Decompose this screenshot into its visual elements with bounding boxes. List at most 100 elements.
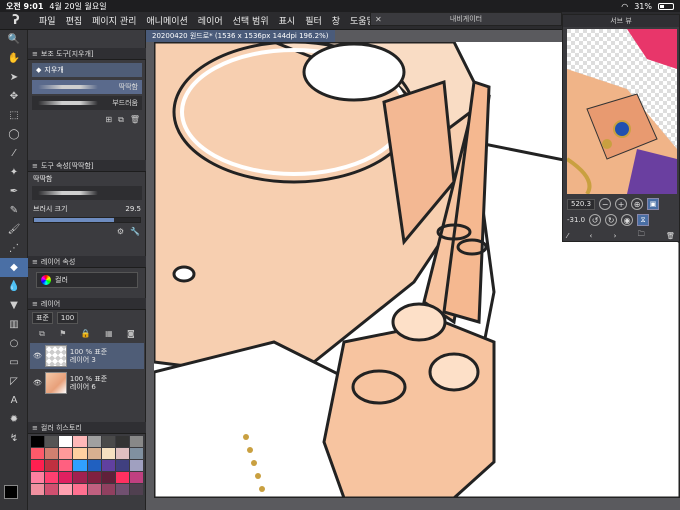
flip-icon[interactable]: ⧖ — [637, 214, 650, 226]
document-tab[interactable]: 20200420 원드로* (1536 x 1536px 144dpi 196.… — [146, 30, 335, 42]
color-swatch[interactable] — [73, 484, 87, 495]
menu-view[interactable]: 표시 — [274, 14, 301, 27]
navigator-title-bar[interactable]: ✕ 내비게이터 — [370, 12, 562, 26]
reference-icon[interactable]: ⚑ — [59, 329, 66, 339]
color-swatch[interactable] — [87, 472, 101, 483]
ruler-tool-icon[interactable]: ◸ — [0, 372, 28, 391]
move-tool-icon[interactable]: ✥ — [0, 87, 28, 106]
add-subtool-icon[interactable]: ⊞ — [105, 115, 112, 125]
trash-icon[interactable]: 🗑 — [666, 232, 675, 240]
next-icon[interactable]: › — [614, 232, 617, 240]
wrench-icon[interactable]: 🔧 — [130, 227, 140, 236]
app-logo-icon[interactable]: ʔ — [6, 13, 26, 28]
color-swatch[interactable] — [73, 472, 87, 483]
zoom-out-icon[interactable]: − — [599, 198, 612, 210]
color-swatch[interactable] — [31, 484, 45, 495]
color-swatch[interactable] — [31, 472, 45, 483]
color-swatch[interactable] — [115, 448, 129, 459]
menu-icon[interactable]: ≡ — [32, 258, 38, 266]
fit-icon[interactable]: ⊕ — [631, 198, 644, 210]
pen-tool-icon[interactable]: ✒ — [0, 182, 28, 201]
brush-size-value[interactable]: 29.5 — [125, 205, 141, 213]
auto-select-tool-icon[interactable]: ✦ — [0, 163, 28, 182]
color-swatch[interactable] — [59, 484, 73, 495]
color-swatch[interactable] — [45, 436, 59, 447]
subtool-header[interactable]: ≡ 보조 도구[지우개] — [28, 48, 146, 60]
copy-subtool-icon[interactable]: ⧉ — [118, 115, 124, 125]
color-mode-select[interactable]: 컬러 — [36, 272, 138, 288]
close-icon[interactable]: ✕ — [375, 15, 382, 24]
color-swatch[interactable] — [45, 448, 59, 459]
tool-property-header[interactable]: ≡ 도구 속성[딱딱함] — [28, 160, 146, 172]
visibility-eye-icon[interactable]: 👁 — [33, 379, 42, 387]
eyedropper-icon[interactable]: ⁄ — [567, 232, 568, 240]
color-swatch[interactable] — [87, 460, 101, 471]
color-swatch[interactable] — [31, 448, 45, 459]
lock-alpha-icon[interactable]: ▦ — [105, 329, 113, 339]
color-swatch[interactable] — [59, 472, 73, 483]
layer-row[interactable]: 👁 100 % 표준 레이어 6 — [30, 370, 144, 396]
color-swatch[interactable] — [101, 448, 115, 459]
reset-rotation-icon[interactable]: ◉ — [621, 214, 634, 226]
correct-line-tool-icon[interactable]: ↯ — [0, 429, 28, 448]
lock-icon[interactable]: 🔒 — [81, 329, 91, 339]
brush-item-hard[interactable]: 딱딱함 — [32, 80, 142, 94]
layer-row[interactable]: 👁 100 % 표준 레이어 3 — [30, 343, 144, 369]
airbrush-tool-icon[interactable]: ⋰ — [0, 239, 28, 258]
color-swatch[interactable] — [59, 460, 73, 471]
color-swatch[interactable] — [101, 472, 115, 483]
rotate-left-icon[interactable]: ↺ — [589, 214, 602, 226]
zoom-field[interactable]: 520.3 — [567, 198, 596, 210]
layer-header[interactable]: ≡ 레이어 — [28, 298, 146, 310]
mask-icon[interactable]: ◙ — [127, 329, 135, 339]
balloon-tool-icon[interactable]: ✹ — [0, 410, 28, 429]
color-swatch[interactable] — [115, 460, 129, 471]
menu-icon[interactable]: ≡ — [32, 300, 38, 308]
color-swatch[interactable] — [87, 484, 101, 495]
color-swatch[interactable] — [45, 460, 59, 471]
menu-icon[interactable]: ≡ — [32, 162, 38, 170]
color-swatch[interactable] — [129, 436, 143, 447]
delete-subtool-icon[interactable]: 🗑 — [130, 115, 140, 125]
blend-tool-icon[interactable]: 💧 — [0, 277, 28, 296]
rotation-value[interactable]: -31.0 — [567, 216, 585, 224]
prev-icon[interactable]: ‹ — [590, 232, 593, 240]
color-swatch[interactable] — [73, 448, 87, 459]
zoom-in-icon[interactable]: + — [615, 198, 628, 210]
brush-size-slider[interactable] — [33, 217, 141, 223]
eraser-tool-icon[interactable]: ◆ — [0, 258, 28, 277]
color-swatch[interactable] — [101, 460, 115, 471]
color-swatch[interactable] — [115, 472, 129, 483]
menu-layer[interactable]: 레이어 — [193, 14, 228, 27]
text-tool-icon[interactable]: A — [0, 391, 28, 410]
menu-filter[interactable]: 필터 — [300, 14, 327, 27]
menu-window[interactable]: 창 — [327, 14, 345, 27]
menu-page[interactable]: 페이지 관리 — [87, 14, 141, 27]
layer-property-header[interactable]: ≡ 레이어 속성 — [28, 256, 146, 268]
color-swatch[interactable] — [115, 484, 129, 495]
color-swatch[interactable] — [31, 436, 45, 447]
sub-view-header[interactable]: 서브 뷰 — [563, 15, 679, 27]
lasso-tool-icon[interactable]: ◯ — [0, 125, 28, 144]
color-swatch[interactable] — [101, 484, 115, 495]
color-swatch[interactable] — [45, 472, 59, 483]
zoom-tool-icon[interactable]: 🔍 — [0, 30, 28, 49]
color-history-header[interactable]: ≡ 컬러 히스토리 — [28, 422, 146, 434]
operation-tool-icon[interactable]: ➤ — [0, 68, 28, 87]
visibility-eye-icon[interactable]: 👁 — [33, 352, 42, 360]
menu-edit[interactable]: 편집 — [61, 14, 88, 27]
actual-size-icon[interactable]: ▣ — [647, 198, 660, 210]
color-swatch[interactable] — [73, 436, 87, 447]
eyedropper-tool-icon[interactable]: ⁄ — [0, 144, 28, 163]
clip-icon[interactable]: ⧉ — [39, 329, 45, 339]
color-swatch[interactable] — [129, 472, 143, 483]
color-swatch[interactable] — [59, 436, 73, 447]
color-swatch[interactable] — [129, 448, 143, 459]
color-swatch[interactable] — [73, 460, 87, 471]
color-swatch[interactable] — [129, 484, 143, 495]
brush-tool-icon[interactable]: 🖌 — [0, 220, 28, 239]
menu-selection[interactable]: 선택 범위 — [228, 14, 274, 27]
color-swatch[interactable] — [87, 448, 101, 459]
gradient-tool-icon[interactable]: ▥ — [0, 315, 28, 334]
menu-file[interactable]: 파일 — [34, 14, 61, 27]
